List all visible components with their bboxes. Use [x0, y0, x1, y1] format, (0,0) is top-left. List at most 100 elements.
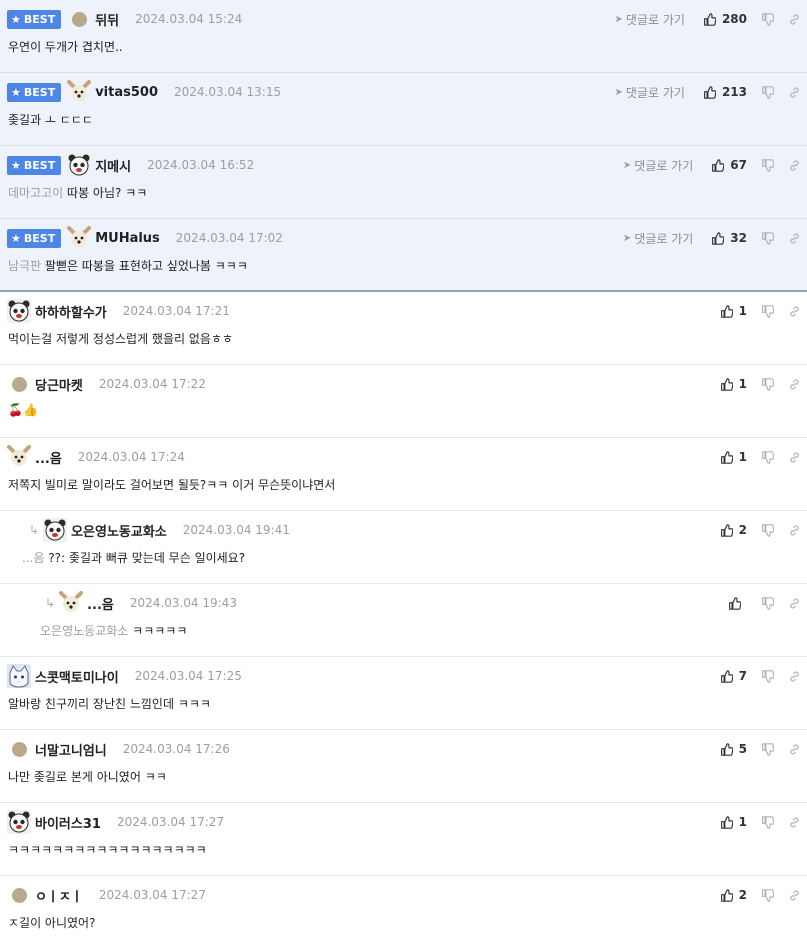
- dislike-button[interactable]: [761, 450, 774, 464]
- avatar-dot-icon[interactable]: [7, 737, 31, 761]
- author-name[interactable]: 지메시: [95, 156, 131, 175]
- author-name[interactable]: 당근마켓: [35, 375, 83, 394]
- copy-link-button[interactable]: [788, 743, 801, 756]
- dislike-button[interactable]: [761, 85, 774, 99]
- like-button[interactable]: 1: [720, 815, 747, 829]
- go-to-reply-link[interactable]: ➤ 댓글로 가기: [615, 84, 685, 101]
- like-button[interactable]: 32: [711, 231, 747, 245]
- like-button[interactable]: 7: [720, 669, 747, 683]
- copy-link-button[interactable]: [788, 159, 801, 172]
- like-button[interactable]: 280: [703, 12, 747, 26]
- author-name[interactable]: vitas500: [95, 85, 158, 100]
- like-button[interactable]: 67: [711, 158, 747, 172]
- comment-header: ...음 2024.03.04 17:24 1: [0, 445, 807, 469]
- go-to-reply-link[interactable]: ➤ 댓글로 가기: [623, 157, 693, 174]
- avatar-dot-icon[interactable]: [7, 883, 31, 907]
- avatar-dog-icon[interactable]: [7, 445, 31, 469]
- dislike-button[interactable]: [761, 231, 774, 245]
- reply-comment: ↳ ...음 2024.03.04 19:43 오은영노동교화소 ㅋㅋㅋㅋㅋ: [0, 584, 807, 657]
- like-button[interactable]: 1: [720, 377, 747, 391]
- dislike-button[interactable]: [761, 596, 774, 610]
- dislike-button[interactable]: [761, 815, 774, 829]
- go-to-reply-link[interactable]: ➤ 댓글로 가기: [615, 11, 685, 28]
- link-icon: [788, 159, 801, 172]
- reply-comment: ↳ 오은영노동교화소 2024.03.04 19:41 2 ...음 ??: 좆길과 뻐…: [0, 511, 807, 584]
- avatar-dot-icon[interactable]: [67, 7, 91, 31]
- author-name[interactable]: 바이러스31: [35, 813, 101, 832]
- avatar-dot-icon[interactable]: [7, 372, 31, 396]
- like-count: 1: [738, 377, 747, 391]
- copy-link-button[interactable]: [788, 451, 801, 464]
- comment-actions: ➤ 댓글로 가기 67: [623, 153, 801, 177]
- link-icon: [788, 670, 801, 683]
- copy-link-button[interactable]: [788, 232, 801, 245]
- best-comment: ★ BEST MUHalus 2024.03.04 17:02 ➤ 댓글로 가기 32 남극판…: [0, 219, 807, 292]
- mention-name[interactable]: 오은영노동교화소: [40, 624, 128, 638]
- thumbs-down-icon: [761, 523, 774, 537]
- like-button[interactable]: 213: [703, 85, 747, 99]
- dislike-button[interactable]: [761, 742, 774, 756]
- mention-name[interactable]: 남극판: [8, 259, 41, 273]
- comment-header: ★ BEST MUHalus 2024.03.04 17:02 ➤ 댓글로 가기 32: [0, 226, 807, 250]
- author-name[interactable]: 스콧맥토미나이: [35, 667, 119, 686]
- like-button[interactable]: 1: [720, 304, 747, 318]
- avatar-dog-icon[interactable]: [67, 80, 92, 104]
- link-icon: [788, 13, 801, 26]
- author-name[interactable]: MUHalus: [95, 231, 160, 246]
- comment-actions: 2: [720, 518, 801, 542]
- comment-actions: 2: [720, 883, 801, 907]
- copy-link-button[interactable]: [788, 378, 801, 391]
- thumbs-down-icon: [761, 231, 774, 245]
- dislike-button[interactable]: [761, 12, 774, 26]
- like-button[interactable]: 2: [720, 523, 747, 537]
- dislike-button[interactable]: [761, 158, 774, 172]
- copy-link-button[interactable]: [788, 889, 801, 902]
- avatar-bear-icon[interactable]: [7, 299, 31, 323]
- comment-date: 2024.03.04 17:21: [122, 304, 230, 318]
- author-name[interactable]: ...음: [87, 594, 114, 613]
- author-name[interactable]: 하하하할수가: [35, 302, 107, 321]
- comment-header: ★ BEST 지메시 2024.03.04 16:52 ➤ 댓글로 가기 67: [0, 153, 807, 177]
- author-name[interactable]: 너말고니엄니: [35, 740, 107, 759]
- copy-link-button[interactable]: [788, 86, 801, 99]
- copy-link-button[interactable]: [788, 670, 801, 683]
- thumbs-up-icon: [720, 888, 739, 902]
- avatar-dog-icon[interactable]: [67, 226, 92, 250]
- avatar-dog-icon[interactable]: [59, 591, 84, 615]
- avatar-cat-icon[interactable]: [7, 664, 31, 688]
- copy-link-button[interactable]: [788, 13, 801, 26]
- dislike-button[interactable]: [761, 304, 774, 318]
- best-comment: ★ BEST 지메시 2024.03.04 16:52 ➤ 댓글로 가기 67 데마고고이 따…: [0, 146, 807, 219]
- comment-date: 2024.03.04 17:26: [122, 742, 230, 756]
- author-name[interactable]: 뒤뒤: [95, 10, 119, 29]
- mention-name[interactable]: 데마고고이: [8, 186, 63, 200]
- like-button[interactable]: 5: [720, 742, 747, 756]
- send-arrow-icon: ➤: [622, 159, 632, 171]
- go-to-reply-label: 댓글로 가기: [625, 12, 685, 27]
- author-name[interactable]: ㅇㅣㅈㅣ: [35, 886, 83, 905]
- copy-link-button[interactable]: [788, 524, 801, 537]
- copy-link-button[interactable]: [788, 305, 801, 318]
- like-button[interactable]: 2: [720, 888, 747, 902]
- author-name[interactable]: 오은영노동교화소: [71, 521, 167, 540]
- thumbs-up-icon: [720, 304, 739, 318]
- thumbs-up-icon: [720, 377, 739, 391]
- comment-date: 2024.03.04 17:24: [77, 450, 185, 464]
- go-to-reply-label: 댓글로 가기: [634, 231, 694, 246]
- dislike-button[interactable]: [761, 888, 774, 902]
- star-icon: ★: [11, 12, 21, 26]
- mention-name[interactable]: ...음: [22, 551, 44, 565]
- dislike-button[interactable]: [761, 377, 774, 391]
- dislike-button[interactable]: [761, 523, 774, 537]
- author-name[interactable]: ...음: [35, 448, 62, 467]
- avatar-bear-icon[interactable]: [43, 518, 68, 542]
- copy-link-button[interactable]: [788, 816, 801, 829]
- copy-link-button[interactable]: [788, 597, 801, 610]
- avatar-bear-icon[interactable]: [67, 153, 92, 177]
- avatar-bear-icon[interactable]: [7, 810, 31, 834]
- go-to-reply-link[interactable]: ➤ 댓글로 가기: [623, 230, 693, 247]
- dislike-button[interactable]: [761, 669, 774, 683]
- comment-body: 좆길과 ㅗ ㄷㄷㄷ: [8, 111, 797, 128]
- like-button[interactable]: 1: [720, 450, 747, 464]
- like-button[interactable]: [728, 596, 747, 610]
